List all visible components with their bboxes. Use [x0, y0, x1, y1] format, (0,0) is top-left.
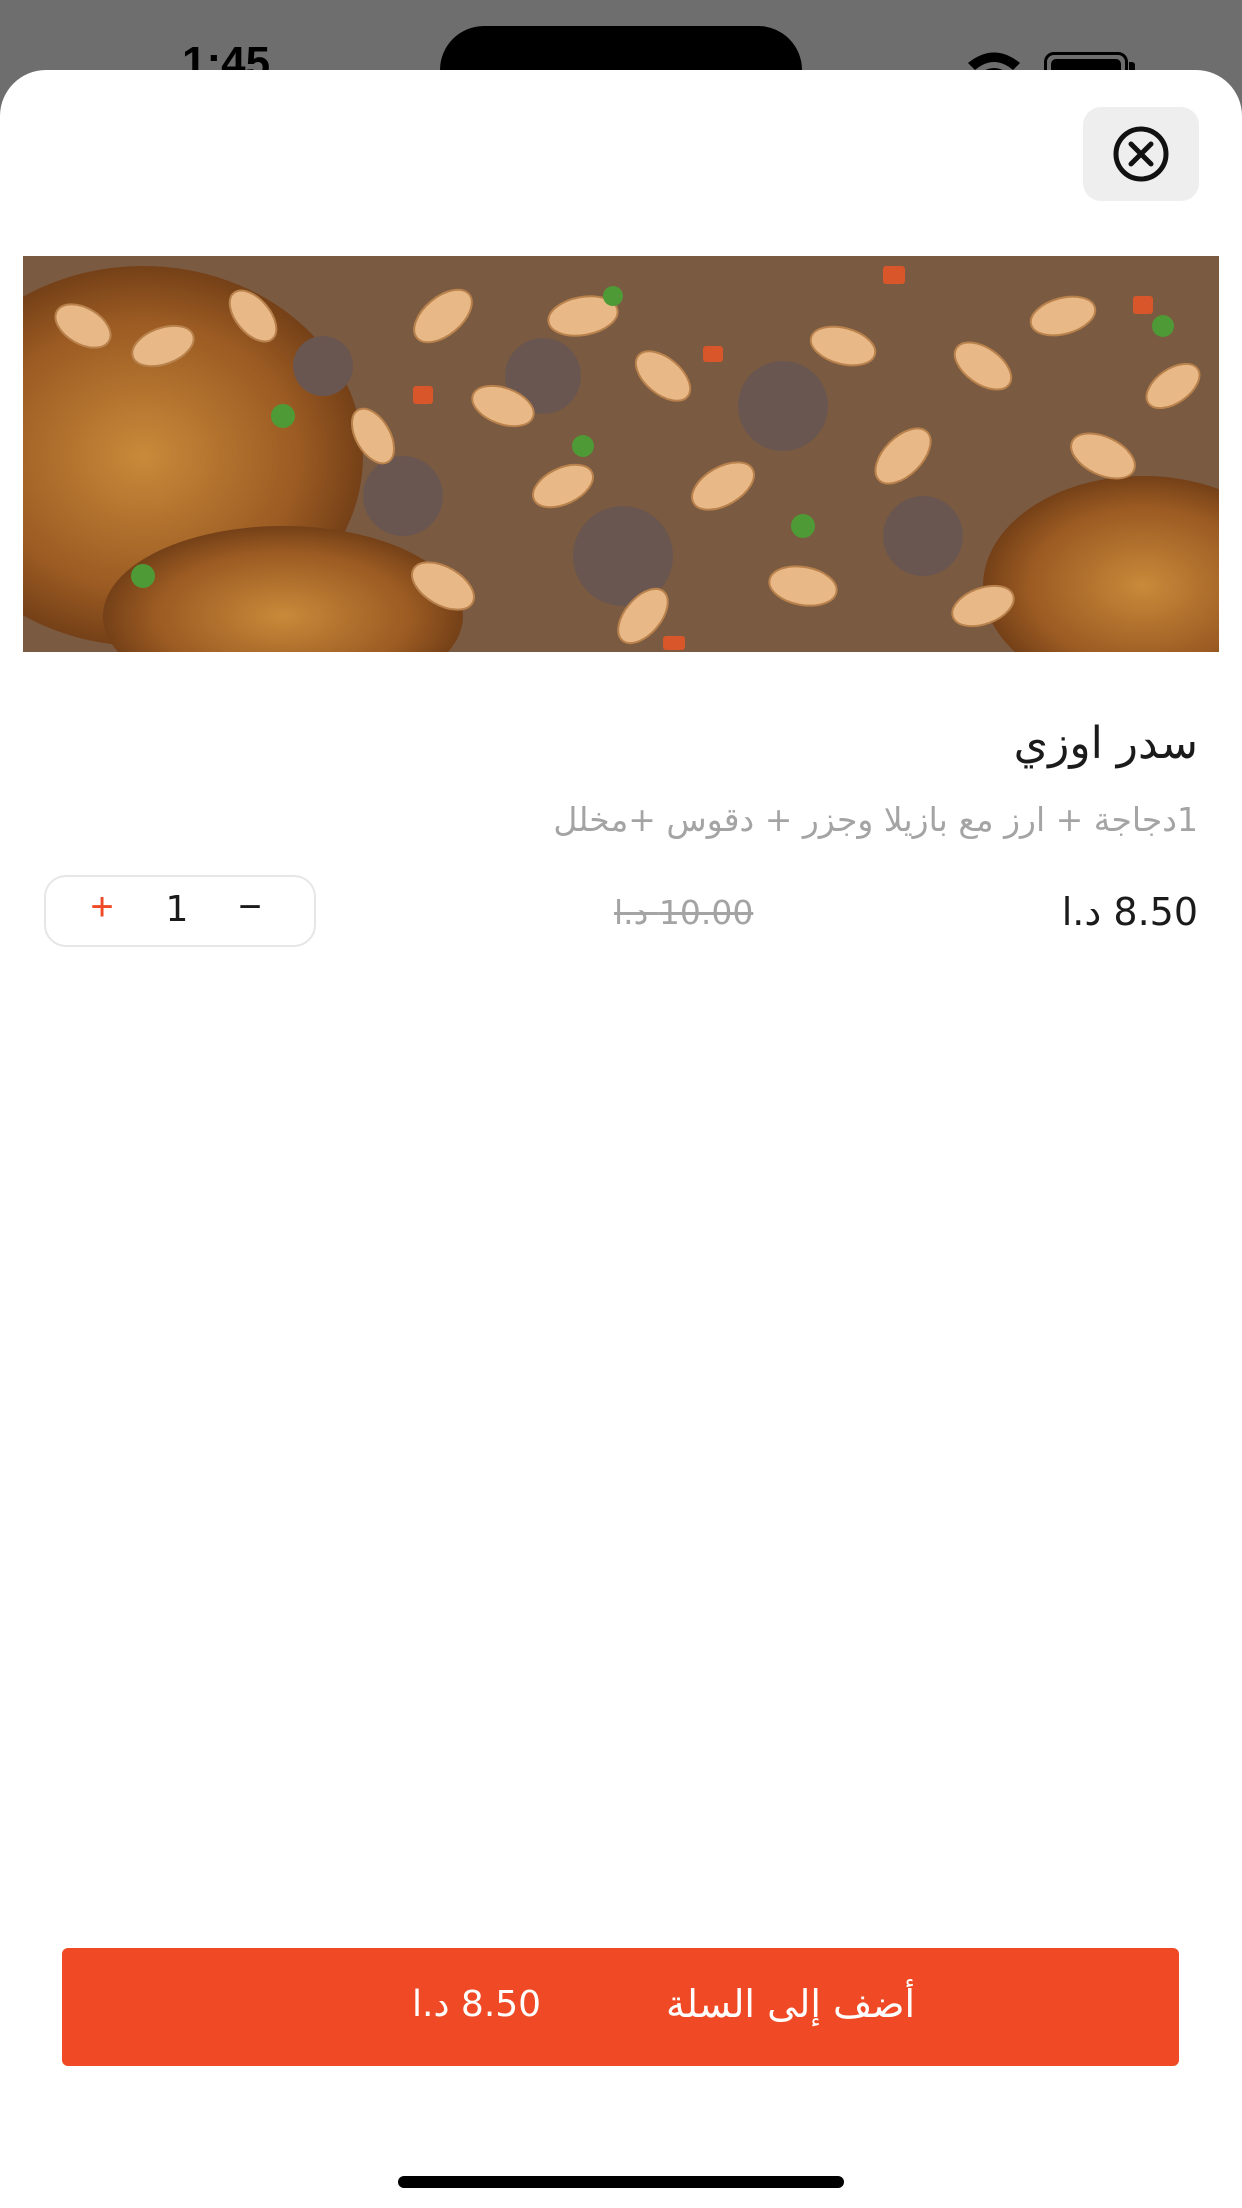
- close-circle-icon: [1113, 126, 1169, 182]
- quantity-value: 1: [165, 889, 189, 930]
- quantity-stepper: + 1 −: [44, 875, 316, 947]
- add-to-cart-label: أضف إلى السلة: [666, 1982, 916, 2026]
- increase-quantity-button[interactable]: +: [82, 885, 122, 930]
- dish-image: [23, 256, 1219, 652]
- original-price: 10.00 د.ا: [614, 893, 754, 932]
- dish-description: 1دجاجة + ارز مع بازيلا وجزر + دقوس +مخلل: [553, 800, 1198, 839]
- dish-title: سدر اوزي: [1013, 718, 1198, 769]
- home-indicator: [398, 2176, 844, 2188]
- add-to-cart-button[interactable]: أضف إلى السلة 8.50 د.ا: [62, 1948, 1179, 2066]
- decrease-quantity-button[interactable]: −: [230, 885, 270, 930]
- add-to-cart-price: 8.50 د.ا: [412, 1984, 542, 2025]
- current-price: 8.50 د.ا: [1061, 890, 1198, 934]
- close-button[interactable]: [1083, 107, 1199, 201]
